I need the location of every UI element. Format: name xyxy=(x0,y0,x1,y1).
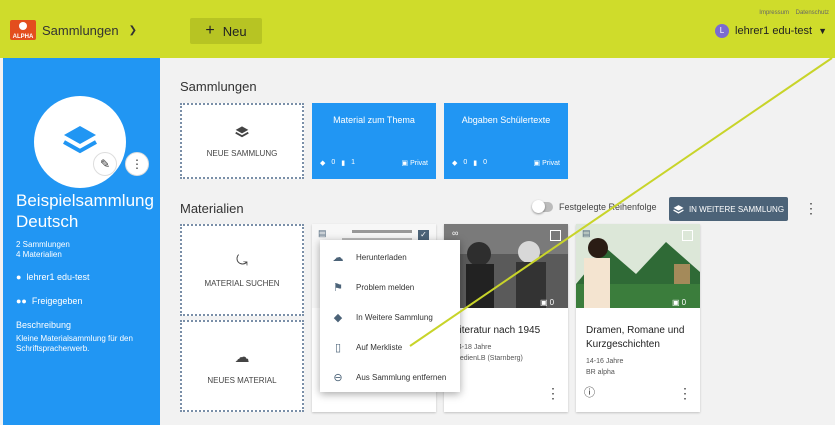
annotation-pointer-line xyxy=(409,57,833,347)
annotation-line xyxy=(409,57,833,347)
